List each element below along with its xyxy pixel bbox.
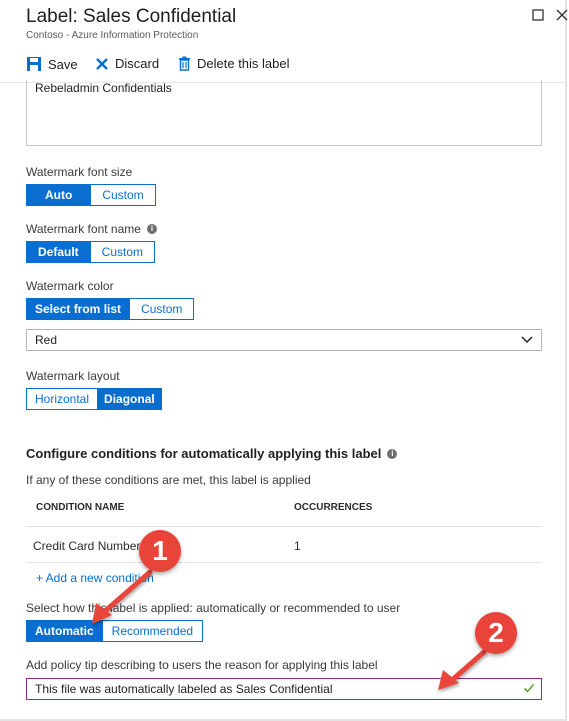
callout-badge-1: 1 <box>139 530 181 572</box>
font-name-custom-option[interactable]: Custom <box>89 242 155 262</box>
color-label: Watermark color <box>26 279 114 293</box>
font-name-label-row: Watermark font name i <box>26 222 157 236</box>
save-label: Save <box>48 56 78 72</box>
checkmark-icon <box>523 683 535 693</box>
trash-icon <box>179 56 190 71</box>
color-dropdown[interactable]: Red <box>26 329 542 351</box>
watermark-text-value: Rebeladmin Confidentials <box>35 81 172 95</box>
policy-tip-label: Add policy tip describing to users the r… <box>26 658 378 672</box>
label-panel: Label: Sales Confidential Contoso - Azur… <box>0 0 568 721</box>
color-toggle: Select from list Custom <box>26 298 195 320</box>
layout-diagonal-option[interactable]: Diagonal <box>97 389 161 409</box>
column-header-occurrences: OCCURRENCES <box>294 502 373 513</box>
font-name-label: Watermark font name <box>26 222 141 236</box>
apply-mode-toggle: Automatic Recommended <box>26 620 204 642</box>
font-size-auto-option[interactable]: Auto <box>27 185 91 205</box>
delete-label-text: Delete this label <box>197 56 290 71</box>
apply-recommended-option[interactable]: Recommended <box>101 621 203 641</box>
toolbar: Save Discard Delete this label <box>0 48 565 83</box>
apply-automatic-option[interactable]: Automatic <box>27 621 102 641</box>
color-custom-option[interactable]: Custom <box>129 299 194 319</box>
occurrences-cell: 1 <box>294 539 301 553</box>
condition-name-cell[interactable]: Credit Card Number <box>33 539 140 553</box>
chevron-down-icon <box>521 336 533 344</box>
layout-toggle: Horizontal Diagonal <box>26 388 162 410</box>
save-button[interactable]: Save <box>26 56 78 72</box>
callout-badge-2: 2 <box>475 612 517 654</box>
column-header-condition-name: CONDITION NAME <box>36 502 125 513</box>
page-subtitle: Contoso - Azure Information Protection <box>26 30 199 41</box>
info-icon[interactable]: i <box>387 448 398 459</box>
policy-tip-input[interactable]: This file was automatically labeled as S… <box>26 678 542 700</box>
table-divider <box>26 526 542 527</box>
font-size-custom-option[interactable]: Custom <box>90 185 155 205</box>
delete-label-button[interactable]: Delete this label <box>178 56 290 71</box>
discard-label: Discard <box>115 56 160 71</box>
color-dropdown-value: Red <box>35 333 58 347</box>
discard-icon <box>96 57 108 70</box>
table-divider <box>26 562 542 563</box>
policy-tip-value: This file was automatically labeled as S… <box>35 682 333 696</box>
font-size-toggle: Auto Custom <box>26 184 156 206</box>
font-name-default-option[interactable]: Default <box>27 242 90 262</box>
close-icon[interactable] <box>556 8 568 25</box>
add-condition-link[interactable]: + Add a new condition <box>36 571 154 585</box>
save-icon <box>27 57 41 71</box>
page-title: Label: Sales Confidential <box>26 6 237 27</box>
conditions-title-row: Configure conditions for automatically a… <box>26 446 398 461</box>
font-size-label: Watermark font size <box>26 165 133 179</box>
maximize-icon[interactable] <box>532 8 544 25</box>
conditions-description: If any of these conditions are met, this… <box>26 473 311 487</box>
discard-button[interactable]: Discard <box>95 56 159 71</box>
color-select-from-list-option[interactable]: Select from list <box>27 299 130 319</box>
conditions-title: Configure conditions for automatically a… <box>26 446 382 461</box>
font-name-toggle: Default Custom <box>26 241 156 263</box>
layout-horizontal-option[interactable]: Horizontal <box>27 389 98 409</box>
layout-label: Watermark layout <box>26 369 120 383</box>
watermark-text-input[interactable]: Rebeladmin Confidentials <box>26 80 542 146</box>
info-icon[interactable]: i <box>146 224 157 234</box>
apply-mode-label: Select how this label is applied: automa… <box>26 601 401 615</box>
